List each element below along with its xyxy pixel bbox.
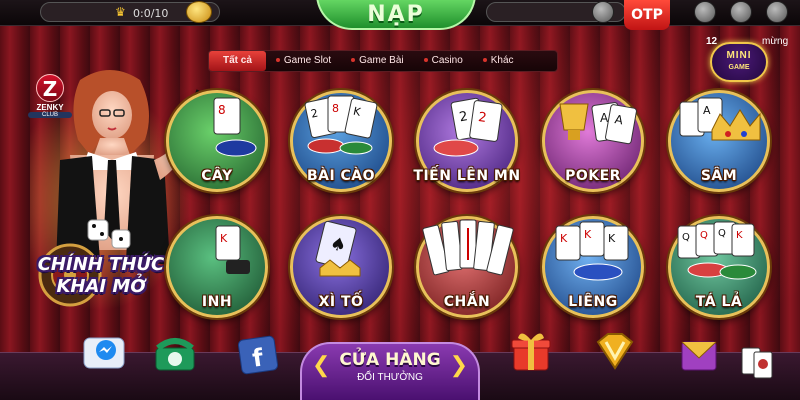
vip-diamond-icon (596, 333, 634, 370)
notification-icon[interactable] (592, 1, 614, 23)
shop-button[interactable]: ❮ ❯ CỬA HÀNG ĐỔI THƯỞNG (300, 342, 480, 400)
game-label: CHẮN (443, 294, 491, 310)
svg-text:K: K (736, 230, 743, 241)
category-tabs: Tất cả Game Slot Game Bài Casino Khác (208, 50, 558, 72)
game-tile-chan[interactable]: CHẮN (410, 210, 524, 324)
game-lobby: ♛ 0:0/10 NẠP OTP Z ZENKY CLUB CHÍNH THỨC… (0, 0, 800, 400)
game-label: LIÊNG (568, 294, 618, 310)
svg-text:Q: Q (700, 230, 708, 241)
mini-game-title: MINI (726, 50, 752, 61)
ace-card-icon: ♠ (315, 220, 361, 277)
tab-label: Khác (490, 55, 514, 66)
game-tile-bai-cao[interactable]: 2 8 K BÀI CÀO (284, 84, 398, 198)
mail-icon[interactable] (694, 1, 716, 23)
gift-button[interactable] (506, 328, 556, 374)
tab-khac[interactable]: Khác (473, 51, 524, 71)
facebook-icon: f (237, 335, 279, 375)
level-count: 0:0/10 (133, 7, 169, 20)
zenky-club-logo[interactable]: Z ZENKY CLUB (28, 74, 72, 120)
game-label: XÌ TỐ (318, 294, 364, 310)
tab-label: Tất cả (223, 55, 252, 66)
bullet-icon (275, 58, 280, 63)
facebook-button[interactable]: f (234, 332, 284, 378)
mini-game-badge: 12 (706, 36, 718, 47)
phone-button[interactable] (150, 332, 200, 378)
mini-game-subtitle: GAME (728, 64, 750, 71)
otp-button[interactable]: OTP (624, 0, 670, 30)
game-tile-tien-len[interactable]: 2 2 TIẾN LÊN MN (410, 84, 524, 198)
svg-text:K: K (608, 232, 616, 245)
svg-text:A: A (703, 104, 711, 117)
crown-cards-icon: A (679, 97, 761, 141)
game-label: INH (201, 294, 233, 310)
menu-icon[interactable] (766, 1, 788, 23)
game-tile-xi-to[interactable]: ♠ XÌ TỐ (284, 210, 398, 324)
crown-icon: ♛ (115, 5, 126, 19)
gear-icon[interactable] (730, 1, 752, 23)
game-tile-ta-la[interactable]: Q Q Q K TÁ LẢ (662, 210, 776, 324)
game-label: TÁ LẢ (695, 294, 743, 310)
cards-shortcut-button[interactable] (736, 342, 786, 388)
logo-sub: CLUB (28, 112, 72, 118)
messenger-button[interactable] (80, 330, 130, 376)
game-tile-poker[interactable]: A A POKER (536, 84, 650, 198)
game-label: CÂY (201, 168, 233, 184)
logo-name: ZENKY (36, 103, 64, 112)
bullet-icon (482, 58, 487, 63)
cards-chips-icon: K K K (555, 221, 629, 281)
tab-label: Game Bài (359, 55, 404, 66)
vip-button[interactable] (590, 328, 640, 374)
mini-game-button[interactable]: 12 MINI GAME (706, 36, 770, 88)
game-tile-lieng[interactable]: K K K LIÊNG (536, 210, 650, 324)
svg-text:Q: Q (718, 228, 726, 239)
nap-button[interactable]: NẠP (316, 0, 476, 30)
wing-right-icon: ❯ (449, 352, 468, 377)
tab-casino[interactable]: Casino (414, 51, 473, 71)
game-tile-inh[interactable]: K INH (160, 210, 274, 324)
coin-icon[interactable] (186, 1, 212, 23)
cards-chips-icon: Q Q Q K (677, 221, 757, 280)
tab-label: Game Slot (283, 55, 332, 66)
svg-text:8: 8 (218, 103, 226, 117)
phone-icon (155, 338, 195, 371)
svg-text:8: 8 (332, 102, 339, 115)
cards-icon: 2 8 K (304, 95, 378, 155)
mail-icon (681, 341, 717, 371)
game-label: POKER (565, 168, 621, 184)
messenger-icon (83, 337, 125, 369)
tab-game-slot[interactable]: Game Slot (266, 51, 341, 71)
bullet-icon (351, 58, 356, 63)
bullet-icon (423, 58, 428, 63)
chan-cards-icon (422, 219, 514, 276)
greeting-text: mừng (762, 36, 789, 47)
svg-text:K: K (220, 232, 228, 245)
game-tile-sam[interactable]: A SÂM (662, 84, 776, 198)
svg-text:Q: Q (682, 232, 690, 243)
svg-text:K: K (584, 228, 592, 241)
cards-icon: 8 (213, 97, 257, 157)
cards-icon: 2 2 (433, 97, 503, 157)
logo-letter: Z (36, 74, 64, 102)
mailbox-button[interactable] (674, 330, 724, 376)
game-label: TIẾN LÊN MN (413, 168, 521, 184)
game-label: BÀI CÀO (306, 168, 376, 184)
game-label: SÂM (700, 168, 738, 184)
tab-all[interactable]: Tất cả (209, 51, 266, 71)
svg-text:K: K (560, 232, 568, 245)
tab-label: Casino (431, 55, 463, 66)
trophy-cards-icon: A A (559, 102, 637, 145)
game-grid: 8 CÂY 2 8 K BÀI CÀO 2 2 TIẾN LÊN MN A A … (166, 84, 800, 324)
tab-game-bai[interactable]: Game Bài (341, 51, 413, 71)
cards-icon: K (215, 225, 250, 274)
cards-icon (741, 347, 773, 379)
mini-game-frame (710, 42, 768, 82)
game-tile-cay[interactable]: 8 CÂY (160, 84, 274, 198)
gift-icon (511, 333, 551, 371)
wing-left-icon: ❮ (312, 352, 331, 377)
top-bar: ♛ 0:0/10 NẠP OTP (0, 0, 800, 30)
